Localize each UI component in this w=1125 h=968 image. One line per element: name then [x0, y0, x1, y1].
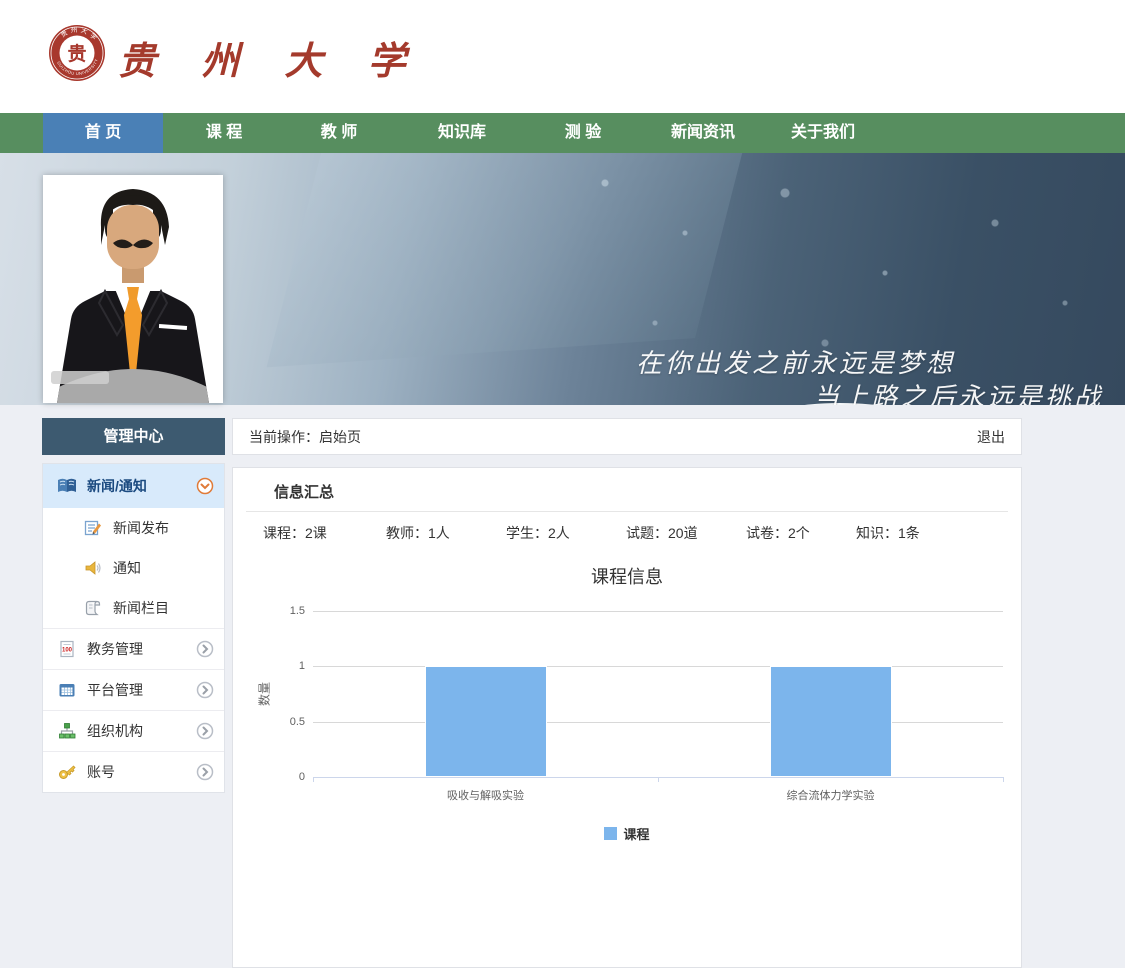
stat-questions: 试题：20道 — [626, 523, 698, 543]
nav-item-teachers[interactable]: 教 师 — [321, 113, 357, 153]
x-axis-tick — [658, 777, 659, 782]
current-operation-label: 当前操作：启始页 — [249, 427, 361, 447]
y-tick-label: 1 — [255, 660, 305, 672]
bar-吸收与解吸实验 — [425, 666, 547, 777]
summary-divider — [246, 511, 1008, 512]
nav-item-about[interactable]: 关于我们 — [791, 113, 855, 153]
key-icon — [57, 763, 77, 781]
sidebar-item-label: 新闻/通知 — [87, 476, 196, 496]
avatar-watermark — [51, 371, 109, 384]
university-seal-icon: 贵 贵州大学 GUIZHOU UNIVERSITY — [48, 24, 106, 82]
chevron-right-icon[interactable] — [196, 722, 214, 740]
sidebar-menu: 新闻/通知 新闻发布 通知 — [42, 463, 225, 793]
sidebar-item-notice[interactable]: 通知 — [43, 548, 224, 588]
sidebar-item-label: 组织机构 — [87, 721, 196, 741]
chart-legend[interactable]: 课程 — [233, 824, 1021, 843]
gridline — [313, 611, 1003, 612]
scroll-icon — [83, 599, 103, 617]
summary-title: 信息汇总 — [274, 481, 334, 502]
nav-item-knowledge[interactable]: 知识库 — [438, 113, 486, 153]
sidebar-item-label: 平台管理 — [87, 680, 196, 700]
sidebar-item-edu-manage[interactable]: 100 教务管理 — [43, 629, 224, 669]
y-tick-label: 1.5 — [255, 605, 305, 617]
calendar-grid-icon — [57, 681, 77, 699]
chevron-right-icon[interactable] — [196, 640, 214, 658]
chart-y-axis-label: 数量 — [256, 682, 273, 706]
sidebar-item-account[interactable]: 账号 — [43, 752, 224, 792]
sidebar-item-news-publish[interactable]: 新闻发布 — [43, 508, 224, 548]
operation-bar: 当前操作：启始页 退出 — [232, 418, 1022, 455]
sidebar-item-news-notice[interactable]: 新闻/通知 — [43, 464, 224, 508]
sidebar-item-organization[interactable]: 组织机构 — [43, 711, 224, 751]
exam-score-icon: 100 — [57, 640, 77, 658]
x-category-label: 吸收与解吸实验 — [447, 787, 524, 803]
user-avatar — [43, 175, 223, 403]
banner-slogan-line2: 当上路之后永远是挑战 — [813, 377, 1103, 405]
sidebar-item-platform-manage[interactable]: 平台管理 — [43, 670, 224, 710]
chevron-down-icon[interactable] — [196, 477, 214, 495]
nav-item-news[interactable]: 新闻资讯 — [671, 113, 735, 153]
org-tree-icon — [57, 722, 77, 740]
sidebar-submenu: 新闻发布 通知 新闻栏目 — [43, 508, 224, 628]
book-icon — [57, 477, 77, 495]
nav-item-home[interactable]: 首 页 — [43, 113, 163, 153]
legend-label: 课程 — [623, 824, 649, 843]
svg-text:贵: 贵 — [67, 43, 86, 65]
speaker-icon — [83, 559, 103, 577]
site-header: 贵 贵州大学 GUIZHOU UNIVERSITY 贵 州 大 学 — [0, 0, 1125, 113]
chevron-right-icon[interactable] — [196, 681, 214, 699]
nav-item-courses[interactable]: 课 程 — [206, 113, 242, 153]
sidebar-item-label: 新闻栏目 — [113, 598, 214, 618]
stat-teachers: 教师：1人 — [386, 523, 450, 543]
logout-button[interactable]: 退出 — [977, 427, 1005, 447]
x-axis-tick — [313, 777, 314, 782]
banner-slogan-line1: 在你出发之前永远是梦想 — [636, 343, 955, 380]
university-wordmark: 贵 州 大 学 — [118, 30, 422, 85]
news-edit-icon — [83, 519, 103, 537]
stat-students: 学生：2人 — [506, 523, 570, 543]
sidebar-title: 管理中心 — [42, 418, 225, 455]
bar-综合流体力学实验 — [770, 666, 892, 777]
stat-courses: 课程：2课 — [263, 523, 327, 543]
chart-title: 课程信息 — [233, 563, 1021, 589]
sidebar-item-label: 账号 — [87, 762, 196, 782]
gridline — [313, 666, 1003, 667]
avatar-illustration — [43, 175, 223, 403]
y-tick-label: 0.5 — [255, 716, 305, 728]
stat-knowledge: 知识：1条 — [856, 523, 920, 543]
sidebar-item-news-column[interactable]: 新闻栏目 — [43, 588, 224, 628]
svg-text:100: 100 — [62, 648, 73, 654]
chevron-right-icon[interactable] — [196, 763, 214, 781]
sidebar-item-label: 新闻发布 — [113, 518, 214, 538]
summary-panel: 信息汇总 课程：2课 教师：1人 学生：2人 试题：20道 试卷：2个 知识：1… — [232, 467, 1022, 968]
gridline — [313, 722, 1003, 723]
x-category-label: 综合流体力学实验 — [787, 787, 875, 803]
sidebar-item-label: 教务管理 — [87, 639, 196, 659]
legend-swatch — [604, 827, 617, 840]
sidebar-item-label: 通知 — [113, 558, 214, 578]
main-nav: 首 页 课 程 教 师 知识库 测 验 新闻资讯 关于我们 — [0, 113, 1125, 153]
page: 贵 贵州大学 GUIZHOU UNIVERSITY 贵 州 大 学 首 页 课 … — [0, 0, 1125, 968]
nav-item-tests[interactable]: 测 验 — [565, 113, 601, 153]
x-axis-tick — [1003, 777, 1004, 782]
stat-papers: 试卷：2个 — [746, 523, 810, 543]
y-tick-label: 0 — [255, 771, 305, 783]
